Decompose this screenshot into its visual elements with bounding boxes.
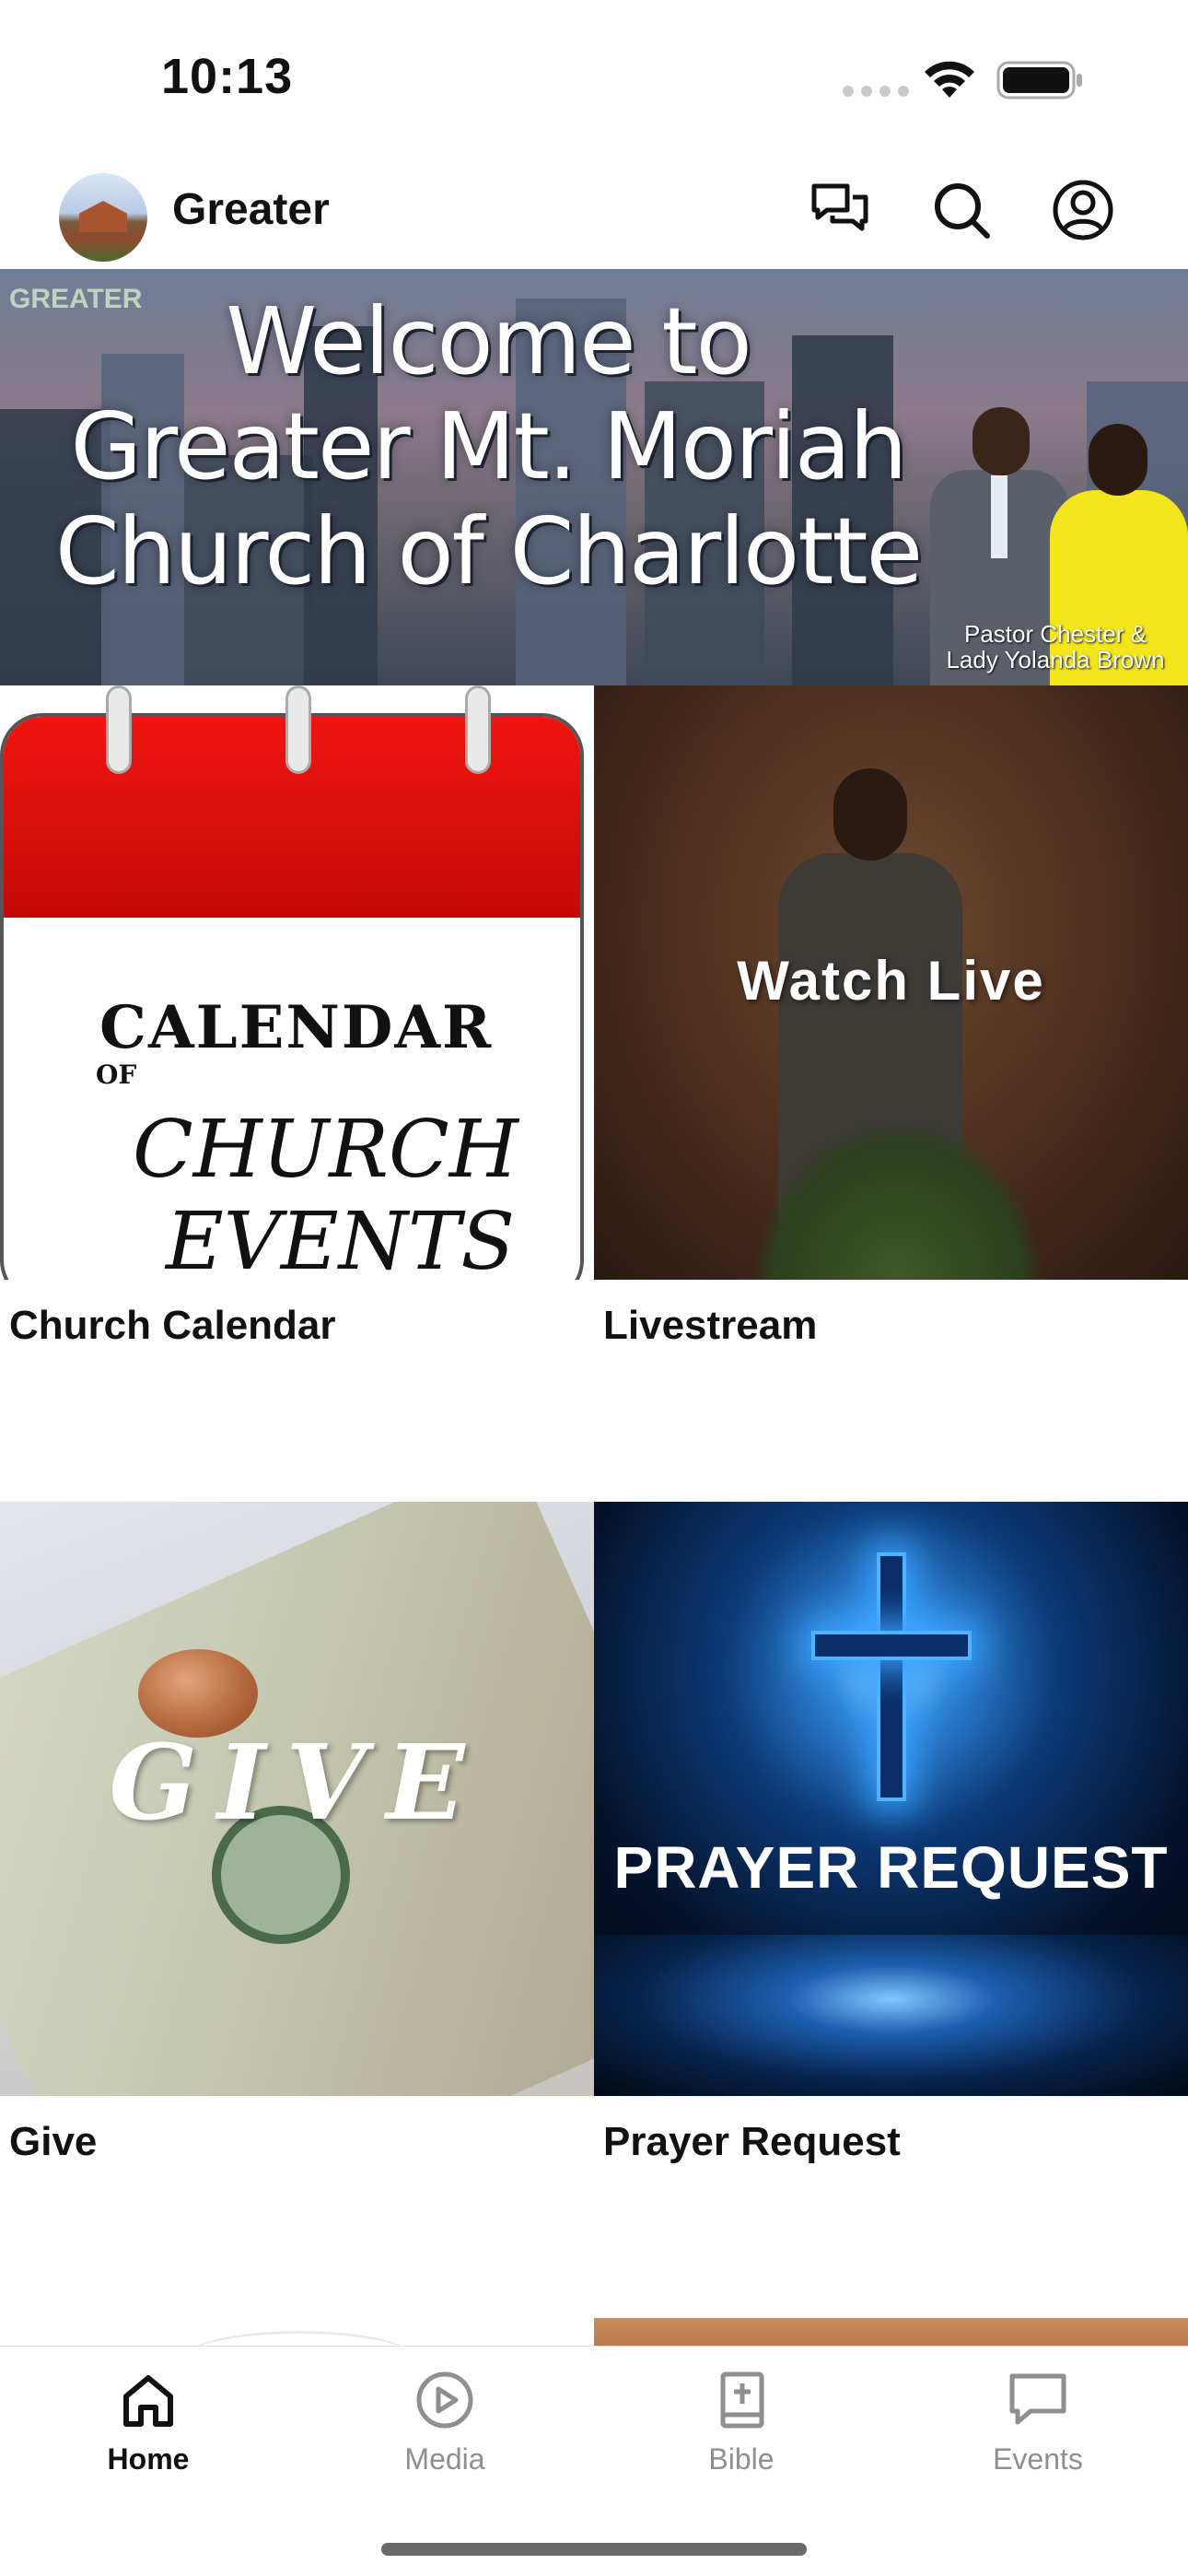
home-indicator[interactable] (381, 2543, 807, 2556)
chat-button[interactable] (807, 177, 873, 243)
calendar-image: CALENDAR OF CHURCH EVENTS (0, 713, 584, 1280)
banner-line: Greater Mt. Moriah (70, 392, 908, 500)
watch-live-text: Watch Live (737, 950, 1045, 1012)
bottom-tab-bar: Home Media Bible Events (0, 2346, 1188, 2576)
play-circle-icon (416, 2371, 473, 2429)
prayer-request-label[interactable]: Prayer Request (603, 2119, 901, 2165)
banner-heading: Welcome to Greater Mt. Moriah Church of … (0, 289, 976, 604)
tab-label: Media (404, 2442, 485, 2476)
give-image-text: GIVE (109, 1723, 485, 1844)
wifi-icon (925, 61, 974, 98)
tab-label: Bible (708, 2442, 775, 2476)
app-header: Greater (0, 157, 1188, 269)
calendar-ring (465, 685, 491, 774)
tab-label: Home (107, 2442, 190, 2476)
calendar-image-text: EVENTS (166, 1196, 516, 1280)
tab-home[interactable]: Home (0, 2369, 297, 2488)
cellular-signal-icon (843, 86, 909, 97)
app-title: Greater (172, 185, 330, 234)
banner-line: Welcome to (226, 287, 752, 395)
bible-icon (720, 2371, 764, 2429)
banner-line: Church of Charlotte (54, 498, 923, 605)
calendar-image-text: CALENDAR (99, 993, 494, 1062)
home-icon (123, 2375, 173, 2427)
prayer-request-image-text: PRAYER REQUEST (613, 1834, 1169, 1901)
status-time: 10:13 (161, 49, 294, 104)
cross-icon (877, 1552, 906, 1801)
give-tile[interactable]: GIVE (0, 1502, 594, 2096)
prayer-request-tile[interactable]: PRAYER REQUEST (594, 1502, 1188, 2096)
calendar-ring (285, 685, 311, 774)
tab-bible[interactable]: Bible (593, 2369, 890, 2488)
caption-line: Lady Yolanda Brown (946, 646, 1165, 673)
calendar-image-text: OF (96, 1060, 137, 1090)
chat-icon (811, 183, 868, 231)
battery-icon (996, 61, 1082, 100)
account-button[interactable] (1050, 177, 1116, 243)
account-icon (1053, 180, 1113, 240)
tab-events[interactable]: Events (890, 2369, 1186, 2488)
message-icon (1009, 2373, 1066, 2425)
church-calendar-tile[interactable]: CALENDAR OF CHURCH EVENTS (0, 685, 594, 1280)
church-calendar-label[interactable]: Church Calendar (9, 1303, 336, 1349)
welcome-banner[interactable]: GREATER Welcome to Greater Mt. Moriah Ch… (0, 269, 1188, 685)
give-label[interactable]: Give (9, 2119, 97, 2165)
banner-caption: Pastor Chester & Lady Yolanda Brown (926, 621, 1184, 673)
search-button[interactable] (928, 177, 995, 243)
calendar-ring (106, 685, 132, 774)
livestream-label[interactable]: Livestream (603, 1303, 817, 1349)
tab-label: Events (993, 2442, 1083, 2476)
status-bar: 10:13 (0, 0, 1188, 157)
tab-media[interactable]: Media (297, 2369, 593, 2488)
church-logo[interactable] (59, 173, 147, 262)
caption-line: Pastor Chester & (964, 620, 1147, 648)
search-icon (935, 183, 990, 239)
calendar-image-text: CHURCH (133, 1104, 518, 1196)
livestream-tile[interactable]: Watch Live (594, 685, 1188, 1280)
